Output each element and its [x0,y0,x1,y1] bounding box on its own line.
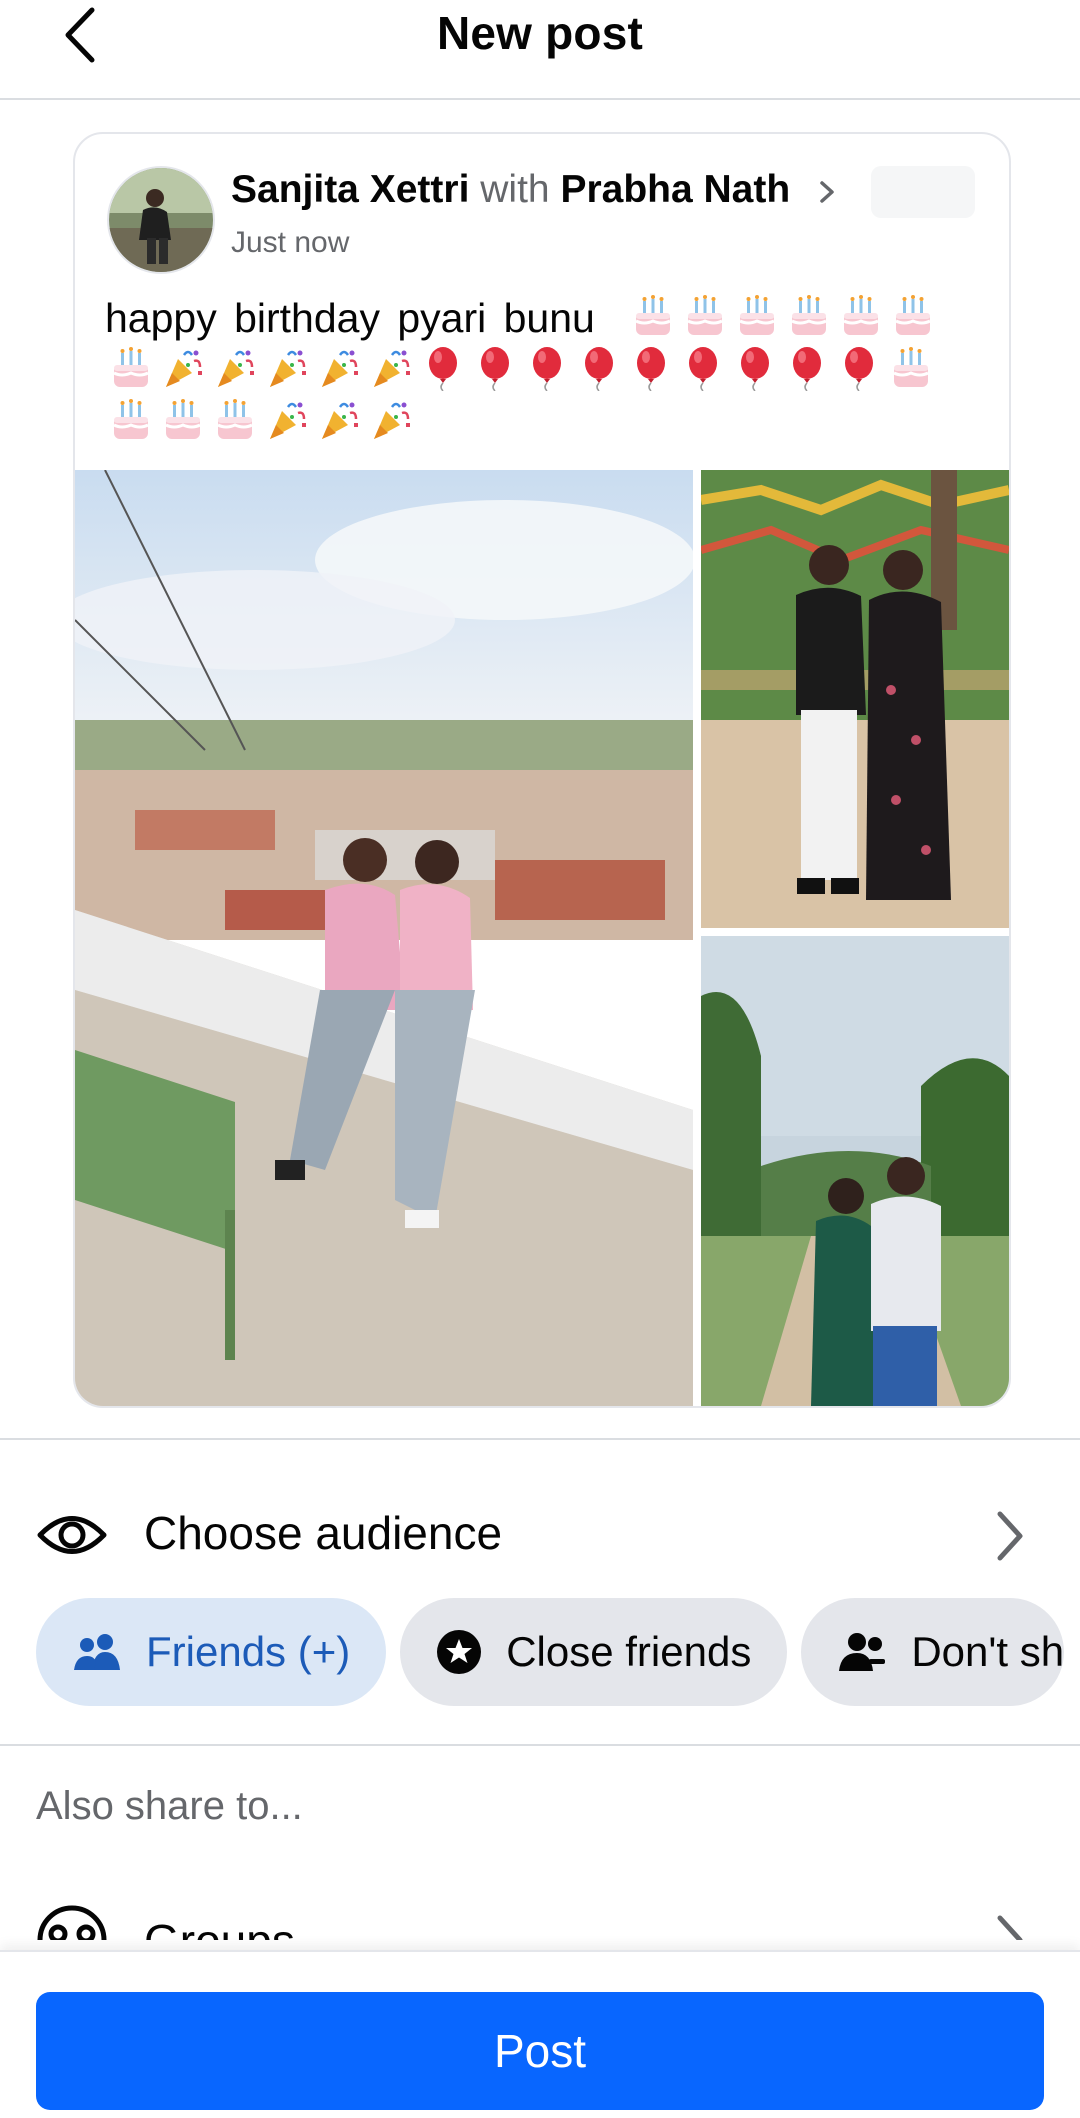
cake-icon [731,290,783,342]
groups-label: Groups [144,1914,295,1940]
balloon-icon [625,342,677,394]
choose-audience-row[interactable]: Choose audience [0,1490,1080,1580]
chip-dont-share[interactable]: Don't sh [801,1598,1065,1706]
post-author-line: Sanjita Xettri with Prabha Nath [231,168,835,212]
chevron-right-icon[interactable] [819,180,835,204]
party-popper-icon [365,342,417,394]
bottom-bar: Post [0,1950,1080,2118]
groups-row[interactable]: Groups [0,1880,1080,1940]
party-popper-icon [365,394,417,446]
cake-icon [627,290,679,342]
balloon-icon [521,342,573,394]
caption-text: happy birthday pyari bunu [105,295,595,341]
divider [0,1744,1080,1746]
cake-icon [105,342,157,394]
balloon-icon [417,342,469,394]
party-popper-icon [313,342,365,394]
divider [0,1438,1080,1440]
balloon-icon [677,342,729,394]
people-minus-icon [839,1633,886,1671]
chip-label: Close friends [506,1628,752,1675]
tagged-name[interactable]: Prabha Nath [560,168,790,211]
party-popper-icon [261,394,313,446]
post-button[interactable]: Post [36,1992,1044,2110]
cake-icon [885,342,937,394]
avatar[interactable] [107,166,215,274]
chevron-right-icon [997,1511,1023,1561]
chip-label: Friends (+) [146,1628,351,1675]
also-share-heading: Also share to... [36,1784,303,1828]
chip-close-friends[interactable]: Close friends [400,1598,788,1706]
party-popper-icon [261,342,313,394]
photo-top-right[interactable] [701,470,1009,928]
placeholder-pill [871,166,975,218]
cake-icon [105,394,157,446]
cake-icon [835,290,887,342]
post-time: Just now [231,226,350,259]
photo-main[interactable] [75,470,693,1406]
cake-icon [783,290,835,342]
friends-icon [74,1634,120,1670]
cake-icon [887,290,939,342]
post-preview-card: Sanjita Xettri with Prabha Nath Just now… [73,132,1011,1408]
top-bar: New post [0,0,1080,100]
emoji-line [105,394,985,446]
chip-friends[interactable]: Friends (+) [36,1598,387,1706]
emoji-line [627,290,987,342]
groups-icon [37,1905,107,1940]
cake-icon [157,394,209,446]
balloon-icon [573,342,625,394]
chevron-right-icon [997,1915,1023,1940]
audience-chips: Friends (+) Close friends Don't sh [36,1598,1065,1708]
choose-audience-label: Choose audience [144,1507,503,1559]
cake-icon [679,290,731,342]
cake-icon [209,394,261,446]
with-word: with [480,168,550,211]
emoji-line [105,342,985,394]
photo-bottom-right[interactable] [701,936,1009,1406]
eye-icon [37,1516,107,1554]
star-icon [437,1630,482,1674]
balloon-icon [781,342,833,394]
balloon-icon [469,342,521,394]
balloon-icon [729,342,781,394]
balloon-icon [833,342,885,394]
party-popper-icon [313,394,365,446]
page-title: New post [436,7,644,59]
party-popper-icon [209,342,261,394]
author-name[interactable]: Sanjita Xettri [231,168,469,211]
party-popper-icon [157,342,209,394]
chip-label: Don't sh [911,1628,1065,1675]
